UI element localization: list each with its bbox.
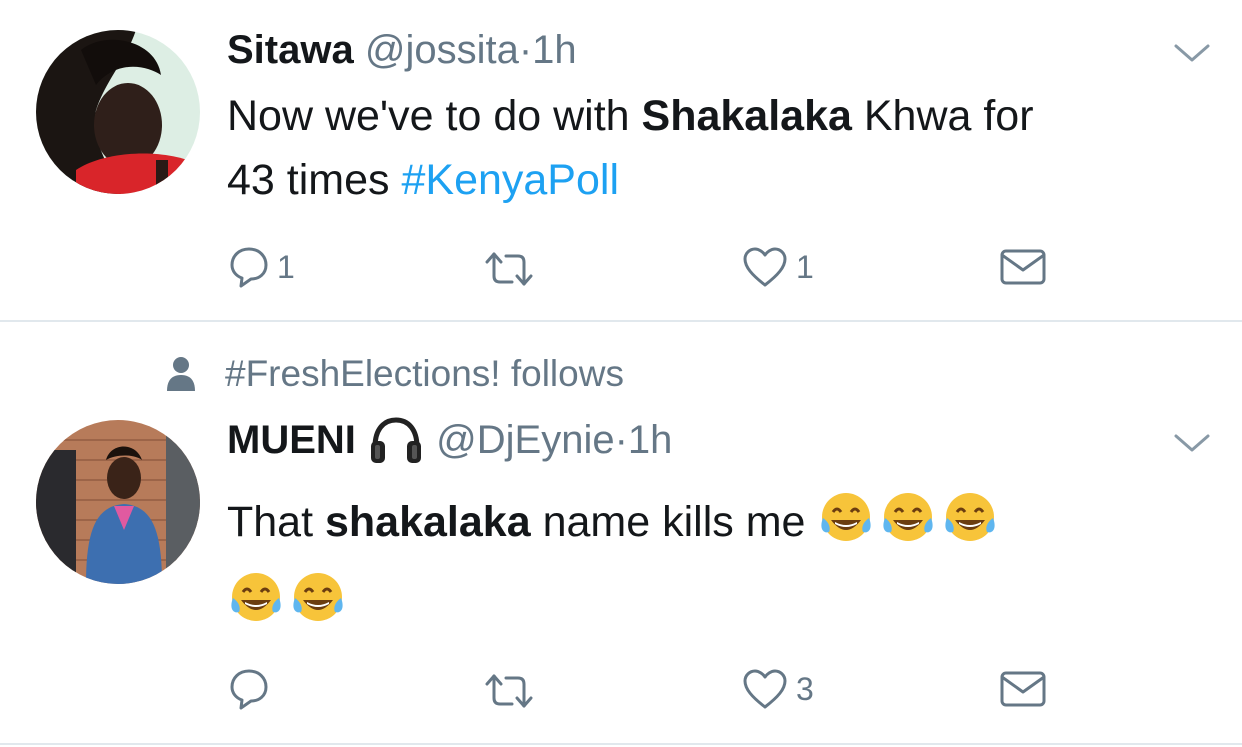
like-count: 3 bbox=[796, 670, 814, 707]
social-context-text[interactable]: #FreshElections! follows bbox=[225, 350, 624, 398]
retweet-icon bbox=[485, 252, 533, 286]
tweet[interactable]: Sitawa @jossita·1h Now we've to do with … bbox=[0, 0, 1242, 320]
reply-count: 1 bbox=[277, 248, 295, 285]
divider bbox=[0, 743, 1242, 745]
reply-button[interactable] bbox=[229, 668, 277, 710]
reply-icon bbox=[230, 247, 268, 288]
tears-of-joy-emoji bbox=[289, 568, 347, 626]
tears-of-joy-emoji bbox=[941, 488, 999, 546]
avatar[interactable] bbox=[36, 420, 200, 584]
like-button[interactable]: 3 bbox=[742, 668, 814, 710]
retweet-button[interactable] bbox=[483, 250, 535, 288]
reply-icon bbox=[230, 669, 268, 710]
bold-term: shakalaka bbox=[325, 498, 531, 546]
tears-of-joy-emoji bbox=[879, 488, 937, 546]
retweet-button[interactable] bbox=[483, 672, 535, 710]
direct-message-button[interactable] bbox=[999, 248, 1047, 286]
heart-icon bbox=[743, 247, 787, 287]
bold-term: Shakalaka bbox=[641, 92, 852, 140]
tweet-text: Now we've to do with Shakalaka Khwa for … bbox=[227, 92, 1034, 204]
display-name[interactable]: Sitawa bbox=[227, 28, 354, 72]
retweet-icon bbox=[485, 674, 533, 708]
envelope-icon bbox=[1000, 671, 1046, 707]
tweet-header: MUENI @DjEynie·1h bbox=[227, 412, 672, 468]
tweet[interactable]: #FreshElections! follows MUENI @DjEynie·… bbox=[0, 322, 1242, 745]
envelope-icon bbox=[1000, 249, 1046, 285]
like-button[interactable]: 1 bbox=[742, 246, 814, 288]
timestamp[interactable]: 1h bbox=[628, 418, 673, 462]
tweet-header: Sitawa @jossita·1h bbox=[227, 22, 577, 78]
user-handle[interactable]: @jossita bbox=[365, 28, 519, 72]
tweet-text: That shakalaka name kills me bbox=[227, 482, 1003, 642]
display-name[interactable]: MUENI bbox=[227, 418, 356, 462]
direct-message-button[interactable] bbox=[999, 670, 1047, 708]
hashtag-link[interactable]: #KenyaPoll bbox=[401, 156, 619, 204]
separator-dot: · bbox=[614, 418, 628, 462]
avatar[interactable] bbox=[36, 30, 200, 194]
social-context: #FreshElections! follows bbox=[165, 350, 624, 398]
person-icon bbox=[167, 357, 195, 391]
tears-of-joy-emoji bbox=[227, 568, 285, 626]
heart-icon bbox=[743, 669, 787, 709]
chevron-down-icon[interactable] bbox=[1172, 38, 1212, 68]
like-count: 1 bbox=[796, 248, 814, 285]
headphones-emoji bbox=[367, 415, 425, 465]
timestamp[interactable]: 1h bbox=[532, 28, 577, 72]
user-handle[interactable]: @DjEynie bbox=[436, 418, 614, 462]
tears-of-joy-emoji bbox=[817, 488, 875, 546]
chevron-down-icon[interactable] bbox=[1172, 428, 1212, 458]
reply-button[interactable]: 1 bbox=[229, 246, 295, 288]
separator-dot: · bbox=[518, 28, 533, 72]
